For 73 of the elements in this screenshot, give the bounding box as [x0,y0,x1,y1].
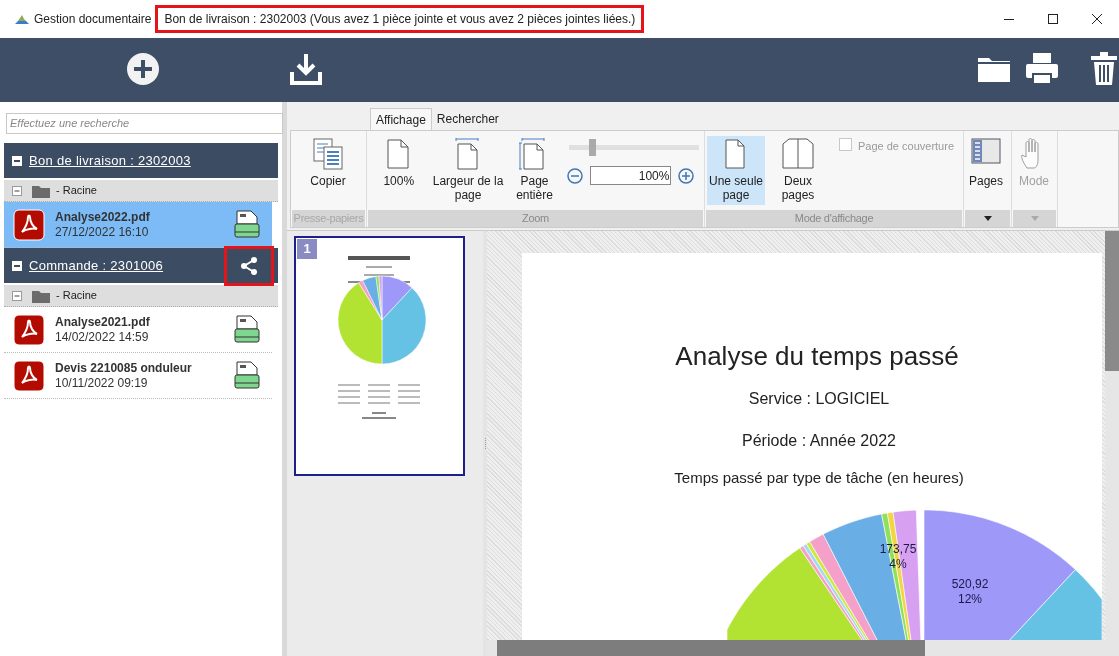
dropdown-button[interactable] [983,216,992,221]
document-title: Bon de livraison : 2302003 (Vous avez 1 pièce jointe et vous avez 2 pièces jointes liées.) [155,5,645,33]
copy-icon [313,138,343,170]
page-number: 1 [297,239,317,259]
file-name: Devis 2210085 onduleur [55,360,192,376]
ribbon-button[interactable]: Largeur de la page [430,136,506,205]
folder-icon [32,183,50,198]
folder-label: - Racine [56,183,97,199]
group-label: Zoom [522,211,549,227]
zoom-field[interactable]: 100% [590,166,672,185]
minimize-icon [1004,18,1014,20]
group-label: Mode d'affichage [794,211,874,227]
download-button[interactable] [289,52,323,86]
printer-icon [1025,52,1059,85]
ribbon-button[interactable]: Une seule page [707,136,765,205]
checkbox-icon [839,138,852,151]
collapse-icon[interactable] [12,155,22,166]
splitter-grip-icon[interactable] [483,437,487,450]
pdf-icon [13,208,45,241]
ribbon-button[interactable]: Deux pages [767,136,829,205]
file-row[interactable]: Analyse2022.pdf 27/12/2022 16:10 [4,202,272,248]
slice-label: 520,92 12% [950,577,990,607]
vertical-scrollbar[interactable] [1105,231,1119,640]
app-title: Gestion documentaire [34,11,152,28]
ribbon-tab[interactable]: Rechercher [431,108,504,130]
horizontal-scrollbar[interactable] [487,640,1119,656]
ribbon-tab[interactable]: Affichage [370,108,432,130]
file-date: 14/02/2022 14:59 [55,329,150,345]
slider-thumb[interactable] [589,139,596,156]
scanner-icon [234,360,260,391]
chart-title: Temps passé par type de tâche (en heures) [674,468,964,488]
download-icon [289,52,323,86]
trash-button[interactable] [1090,52,1118,86]
zoom-out-icon [567,167,584,184]
group-title[interactable]: Commande : 2301006 [29,255,164,276]
file-name: Analyse2021.pdf [55,314,150,330]
share-button[interactable] [224,245,274,286]
folder-row[interactable]: - Racine [4,180,278,202]
folder-row[interactable]: - Racine [4,285,278,307]
folder-label: - Racine [56,288,97,304]
zoom-in-button[interactable] [678,167,695,184]
zoom-slider[interactable] [567,139,702,156]
group-header[interactable]: Bon de livraison : 2302003 [4,143,278,178]
caret-icon [1030,216,1039,221]
collapse-icon[interactable] [12,260,22,271]
folder-icon [32,288,50,303]
report-service: Service : LOGICIEL [748,389,890,409]
printer-button[interactable] [1025,52,1059,85]
report-title: Analyse du temps passé [675,341,959,371]
search-field[interactable]: Effectuez une recherche [6,112,283,134]
zoom-out-button[interactable] [567,167,584,184]
file-date: 10/11/2022 09:19 [55,375,149,391]
scanner-icon [234,209,260,240]
ribbon-button[interactable]: Pages [966,136,1006,191]
zoom-in-icon [678,167,695,184]
scanner-icon [234,314,260,345]
caret-icon [983,216,992,221]
app-logo-icon [14,13,30,25]
two-pages-icon [781,138,815,170]
report-period: Période : Année 2022 [742,431,896,451]
add-button[interactable] [126,52,160,86]
pdf-icon [13,359,45,392]
ribbon-button[interactable]: 100% [369,136,429,191]
group-title[interactable]: Bon de livraison : 2302003 [29,150,191,171]
file-date: 27/12/2022 16:10 [55,224,150,240]
maximize-icon [1048,14,1058,24]
pdf-icon [13,313,45,346]
close-icon [1092,14,1102,24]
file-name: Analyse2022.pdf [55,209,150,225]
group-header[interactable]: Commande : 2301006 [4,248,278,283]
share-icon [239,255,259,276]
ribbon-button[interactable]: Page entière [507,136,562,205]
add-icon [126,52,160,86]
